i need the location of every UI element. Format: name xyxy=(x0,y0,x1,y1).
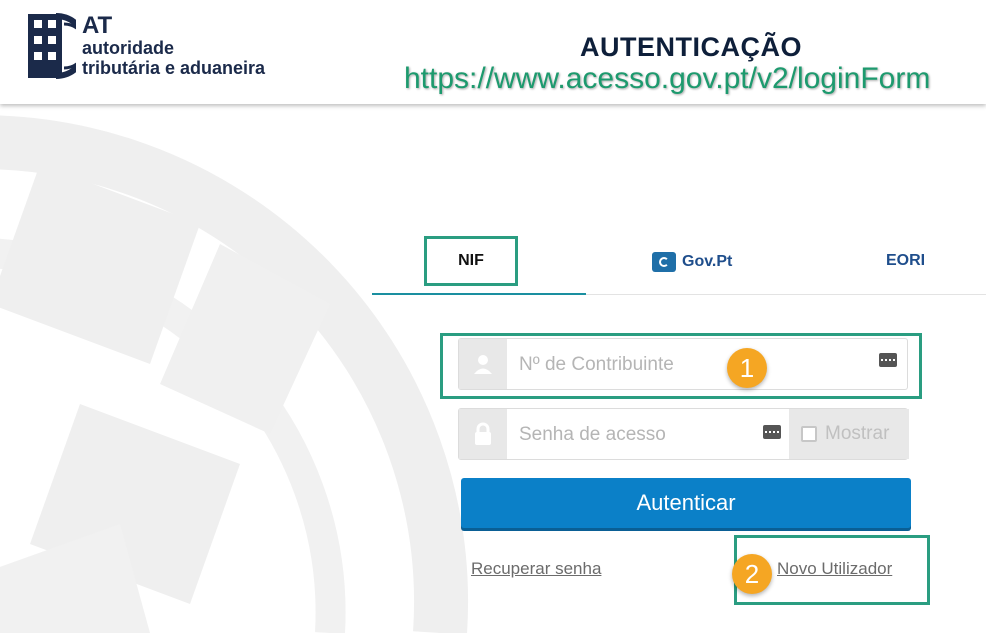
show-password-label: Mostrar xyxy=(825,423,890,444)
tab-govpt-label: Gov.Pt xyxy=(682,253,733,270)
at-logo[interactable]: AT autoridade tributária e aduaneira xyxy=(26,10,296,84)
recover-password-link[interactable]: Recuperar senha xyxy=(471,559,601,579)
tab-eori-label: EORI xyxy=(886,252,926,269)
tab-active-indicator xyxy=(372,293,586,295)
password-field: Mostrar xyxy=(458,408,909,460)
new-user-link[interactable]: Novo Utilizador xyxy=(777,559,892,579)
step-badge-1: 1 xyxy=(727,348,767,388)
nif-field-highlight xyxy=(440,333,922,399)
logo-abbr: AT xyxy=(82,12,113,39)
govpt-logo-icon xyxy=(652,252,676,272)
logo-text-line1: autoridade xyxy=(82,38,175,58)
tab-nif-label: NIF xyxy=(458,252,484,269)
page-header: AT autoridade tributária e aduaneira AUT… xyxy=(0,0,986,104)
lock-icon xyxy=(459,409,507,459)
keypad-icon[interactable] xyxy=(763,425,781,439)
page-url: https://www.acesso.gov.pt/v2/loginForm xyxy=(404,62,931,95)
show-password-checkbox[interactable] xyxy=(801,426,817,442)
tab-nif[interactable]: NIF xyxy=(424,236,518,286)
at-emblem-icon xyxy=(28,13,76,79)
authenticate-button[interactable]: Autenticar xyxy=(461,478,911,528)
login-method-tabs: NIF Gov.Pt EORI xyxy=(372,232,986,296)
tab-eori[interactable]: EORI xyxy=(886,252,925,270)
show-password-toggle[interactable]: Mostrar xyxy=(789,409,909,459)
step-badge-2: 2 xyxy=(732,554,772,594)
logo-text-line2: tributária e aduaneira xyxy=(82,58,266,78)
tab-govpt[interactable]: Gov.Pt xyxy=(652,252,732,272)
page-title: AUTENTICAÇÃO xyxy=(580,32,802,62)
